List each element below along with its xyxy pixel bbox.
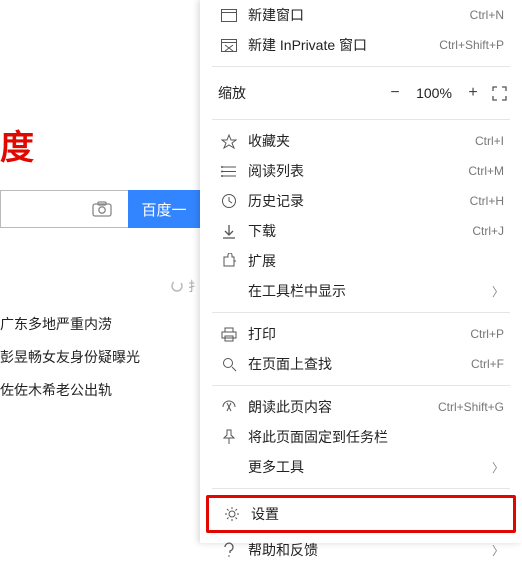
news-item[interactable]: 彭昱畅女友身份疑曝光: [0, 347, 140, 367]
menu-settings[interactable]: 设置: [206, 495, 516, 533]
separator: [212, 312, 510, 313]
menu-extensions[interactable]: 扩展: [200, 246, 522, 276]
menu-label: 将此页面固定到任务栏: [248, 427, 504, 447]
help-icon: [218, 542, 240, 558]
separator: [212, 119, 510, 120]
menu-label: 帮助和反馈: [248, 540, 492, 560]
news-item[interactable]: 广东多地严重内涝: [0, 314, 112, 334]
menu-label: 新建窗口: [248, 5, 470, 25]
separator: [212, 385, 510, 386]
star-icon: [218, 134, 240, 149]
chevron-right-icon: 〉: [492, 542, 504, 559]
menu-new-window[interactable]: 新建窗口 Ctrl+N: [200, 0, 522, 30]
menu-find[interactable]: 在页面上查找 Ctrl+F: [200, 349, 522, 379]
menu-label: 收藏夹: [248, 131, 475, 151]
menu-label: 朗读此页内容: [248, 397, 438, 417]
menu-label: 阅读列表: [248, 161, 468, 181]
menu-label: 打印: [248, 324, 470, 344]
menu-label: 下载: [248, 221, 472, 241]
browser-menu: 新建窗口 Ctrl+N 新建 InPrivate 窗口 Ctrl+Shift+P…: [200, 0, 522, 543]
menu-label: 新建 InPrivate 窗口: [248, 35, 439, 55]
menu-favorites[interactable]: 收藏夹 Ctrl+I: [200, 126, 522, 156]
inprivate-icon: [218, 39, 240, 52]
shortcut: Ctrl+M: [468, 164, 504, 178]
chevron-right-icon: 〉: [492, 459, 504, 476]
zoom-in-button[interactable]: +: [458, 84, 488, 102]
zoom-out-button[interactable]: −: [380, 84, 410, 102]
menu-pin-taskbar[interactable]: 将此页面固定到任务栏: [200, 422, 522, 452]
menu-label: 设置: [251, 504, 501, 524]
menu-label: 历史记录: [248, 191, 470, 211]
search-icon: [218, 357, 240, 372]
menu-history[interactable]: 历史记录 Ctrl+H: [200, 186, 522, 216]
puzzle-icon: [218, 253, 240, 269]
search-input[interactable]: [0, 190, 128, 228]
camera-icon[interactable]: [92, 201, 112, 217]
news-item[interactable]: 佐佐木希老公出轨: [0, 380, 112, 400]
menu-label: 更多工具: [248, 457, 492, 477]
menu-show-in-toolbar[interactable]: 在工具栏中显示 〉: [200, 276, 522, 306]
zoom-label: 缩放: [218, 83, 380, 103]
shortcut: Ctrl+Shift+P: [439, 38, 504, 52]
menu-more-tools[interactable]: 更多工具 〉: [200, 452, 522, 482]
menu-label: 在页面上查找: [248, 354, 471, 374]
menu-read-aloud[interactable]: 朗读此页内容 Ctrl+Shift+G: [200, 392, 522, 422]
search-button[interactable]: 百度一: [128, 190, 200, 228]
list-icon: [218, 165, 240, 178]
shortcut: Ctrl+P: [470, 327, 504, 341]
menu-reading-list[interactable]: 阅读列表 Ctrl+M: [200, 156, 522, 186]
shortcut: Ctrl+I: [475, 134, 504, 148]
menu-downloads[interactable]: 下载 Ctrl+J: [200, 216, 522, 246]
menu-new-inprivate[interactable]: 新建 InPrivate 窗口 Ctrl+Shift+P: [200, 30, 522, 60]
menu-print[interactable]: 打印 Ctrl+P: [200, 319, 522, 349]
baidu-logo-partial: 度: [0, 120, 36, 169]
menu-label: 扩展: [248, 251, 504, 271]
menu-zoom: 缩放 − 100% +: [200, 73, 522, 113]
print-icon: [218, 327, 240, 342]
shortcut: Ctrl+Shift+G: [438, 400, 504, 414]
download-icon: [218, 224, 240, 239]
search-bar: 百度一: [0, 190, 200, 228]
pin-icon: [218, 429, 240, 445]
separator: [212, 66, 510, 67]
window-icon: [218, 9, 240, 22]
menu-label: 在工具栏中显示: [248, 281, 492, 301]
history-icon: [218, 193, 240, 209]
menu-help[interactable]: 帮助和反馈 〉: [200, 535, 522, 565]
shortcut: Ctrl+J: [472, 224, 504, 238]
page-background: 度 百度一 扌 广东多地严重内涝 彭昱畅女友身份疑曝光 佐佐木希老公出轨: [0, 0, 200, 543]
shortcut: Ctrl+N: [470, 8, 504, 22]
fullscreen-icon[interactable]: [488, 86, 510, 101]
separator: [212, 488, 510, 489]
shortcut: Ctrl+F: [471, 357, 504, 371]
read-aloud-icon: [218, 400, 240, 414]
shortcut: Ctrl+H: [470, 194, 504, 208]
gear-icon: [221, 506, 243, 522]
zoom-value: 100%: [410, 85, 458, 101]
chevron-right-icon: 〉: [492, 283, 504, 300]
loading-indicator: 扌: [170, 276, 201, 295]
